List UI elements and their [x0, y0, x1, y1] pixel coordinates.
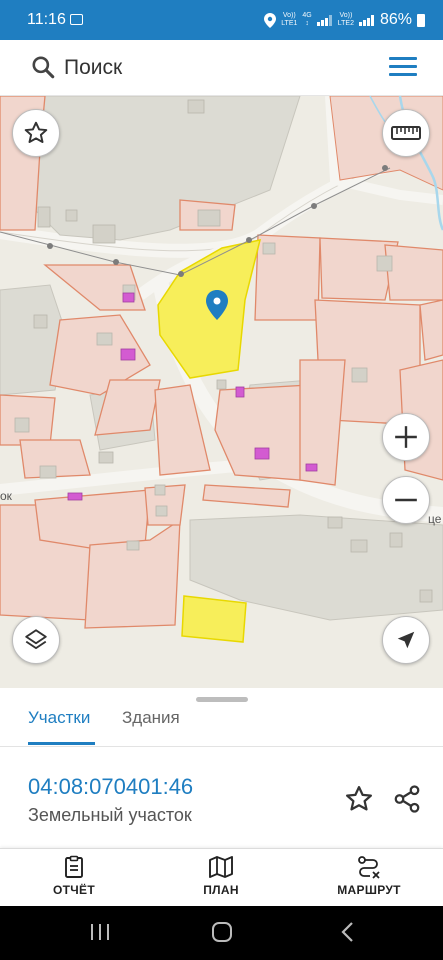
- gallery-notification-icon: [70, 14, 83, 25]
- back-icon[interactable]: [338, 920, 358, 944]
- sheet-tabs: Участки Здания: [0, 706, 443, 746]
- star-icon: [24, 121, 48, 143]
- layers-icon: [25, 629, 47, 650]
- battery-icon: [417, 13, 425, 27]
- search-icon[interactable]: [30, 54, 56, 80]
- my-location-button[interactable]: [382, 616, 430, 664]
- nav-plan[interactable]: ПЛАН: [161, 855, 281, 897]
- plus-icon: [395, 426, 417, 448]
- ruler-button[interactable]: [382, 109, 430, 157]
- status-time: 11:16: [27, 11, 66, 28]
- location-status-icon: [264, 12, 277, 28]
- share-icon[interactable]: [392, 784, 422, 814]
- tabs-divider: [0, 746, 443, 747]
- cadastral-map[interactable]: ок це: [0, 96, 443, 688]
- layers-button[interactable]: [12, 616, 60, 664]
- ruler-icon: [391, 126, 421, 140]
- tab-buildings[interactable]: Здания: [122, 708, 180, 728]
- nav-plan-label: ПЛАН: [203, 883, 239, 897]
- battery-percent: 86%: [379, 11, 412, 28]
- system-navigation-bar: [0, 906, 443, 960]
- nav-route[interactable]: МАРШРУТ: [309, 855, 429, 897]
- sheet-drag-handle[interactable]: [196, 697, 248, 702]
- zoom-out-button[interactable]: [382, 476, 430, 524]
- search-bar: [0, 40, 443, 96]
- favorite-star-button[interactable]: [12, 109, 60, 157]
- status-indicators: Vo)) LTE1 4G ↕ Vo)) LTE2 86%: [264, 11, 425, 29]
- status-bar: 11:16 Vo)) LTE1 4G ↕ Vo)) LTE2 86%: [0, 0, 443, 40]
- report-icon: [65, 855, 83, 878]
- hamburger-menu-icon[interactable]: [389, 57, 417, 77]
- favorite-star-icon[interactable]: [344, 784, 374, 814]
- home-icon[interactable]: [210, 920, 234, 944]
- map-canvas: ок це: [0, 96, 443, 643]
- zoom-in-button[interactable]: [382, 413, 430, 461]
- sim1-label: Vo)) LTE1: [281, 12, 298, 27]
- tab-parcels[interactable]: Участки: [28, 708, 90, 728]
- active-tab-indicator: [28, 742, 95, 745]
- parcel-cadastral-number[interactable]: 04:08:070401:46: [28, 774, 193, 800]
- network-type: 4G ↕: [302, 12, 312, 27]
- recent-apps-icon[interactable]: [89, 920, 111, 944]
- nav-report[interactable]: ОТЧЁТ: [14, 855, 134, 897]
- route-icon: [358, 856, 380, 879]
- search-input[interactable]: [64, 52, 364, 84]
- signal-bars-icon: [316, 14, 333, 26]
- highlighted-parcel[interactable]: [181, 595, 247, 643]
- signal-bars-2-icon: [358, 14, 375, 26]
- street-label-left: ок: [0, 489, 13, 503]
- street-label-right: це: [428, 512, 442, 526]
- map-plan-icon: [209, 856, 233, 878]
- location-arrow-icon: [397, 631, 415, 649]
- sim2-label: Vo)) LTE2: [337, 12, 354, 27]
- nav-report-label: ОТЧЁТ: [53, 883, 95, 897]
- parcel-type: Земельный участок: [28, 805, 192, 825]
- bottom-navigation: ОТЧЁТ ПЛАН МАРШРУТ: [0, 848, 443, 906]
- minus-icon: [395, 498, 417, 502]
- nav-route-label: МАРШРУТ: [337, 883, 401, 897]
